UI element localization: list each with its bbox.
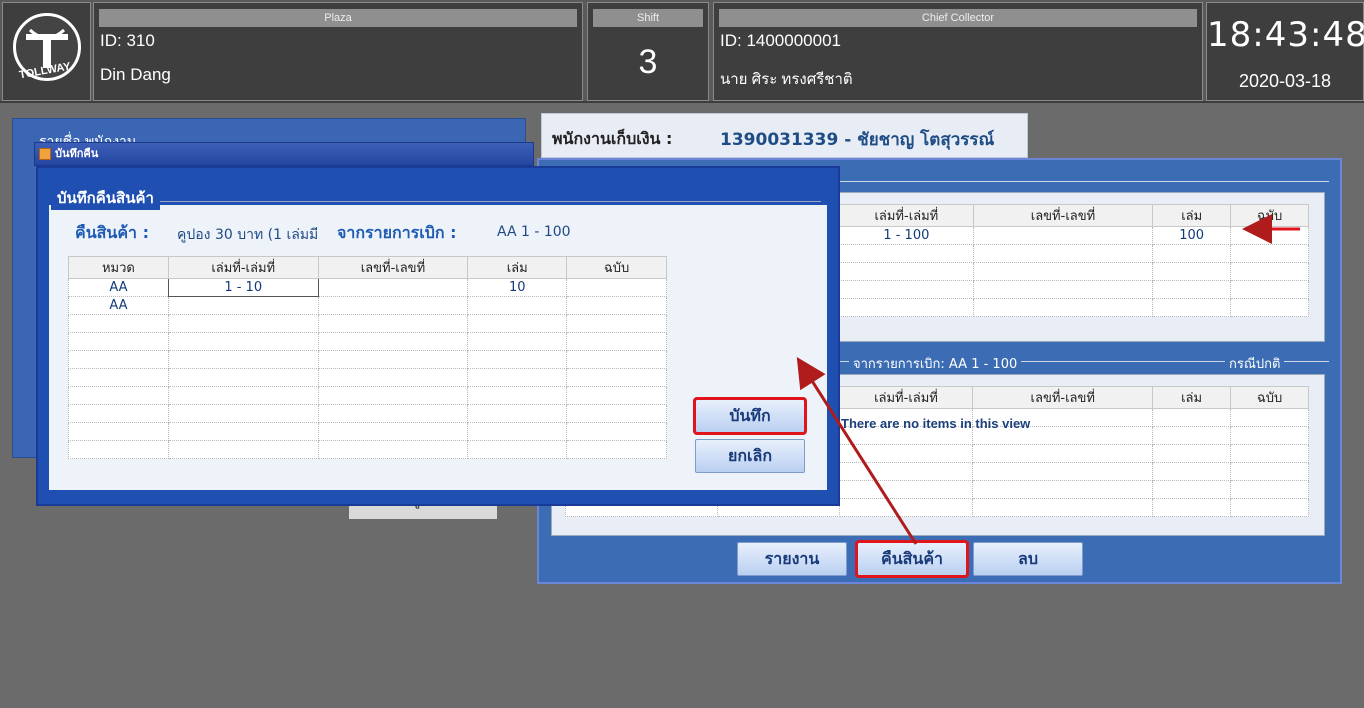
annotation-arrows	[796, 214, 1300, 545]
arrow-to-dialog	[796, 356, 918, 545]
